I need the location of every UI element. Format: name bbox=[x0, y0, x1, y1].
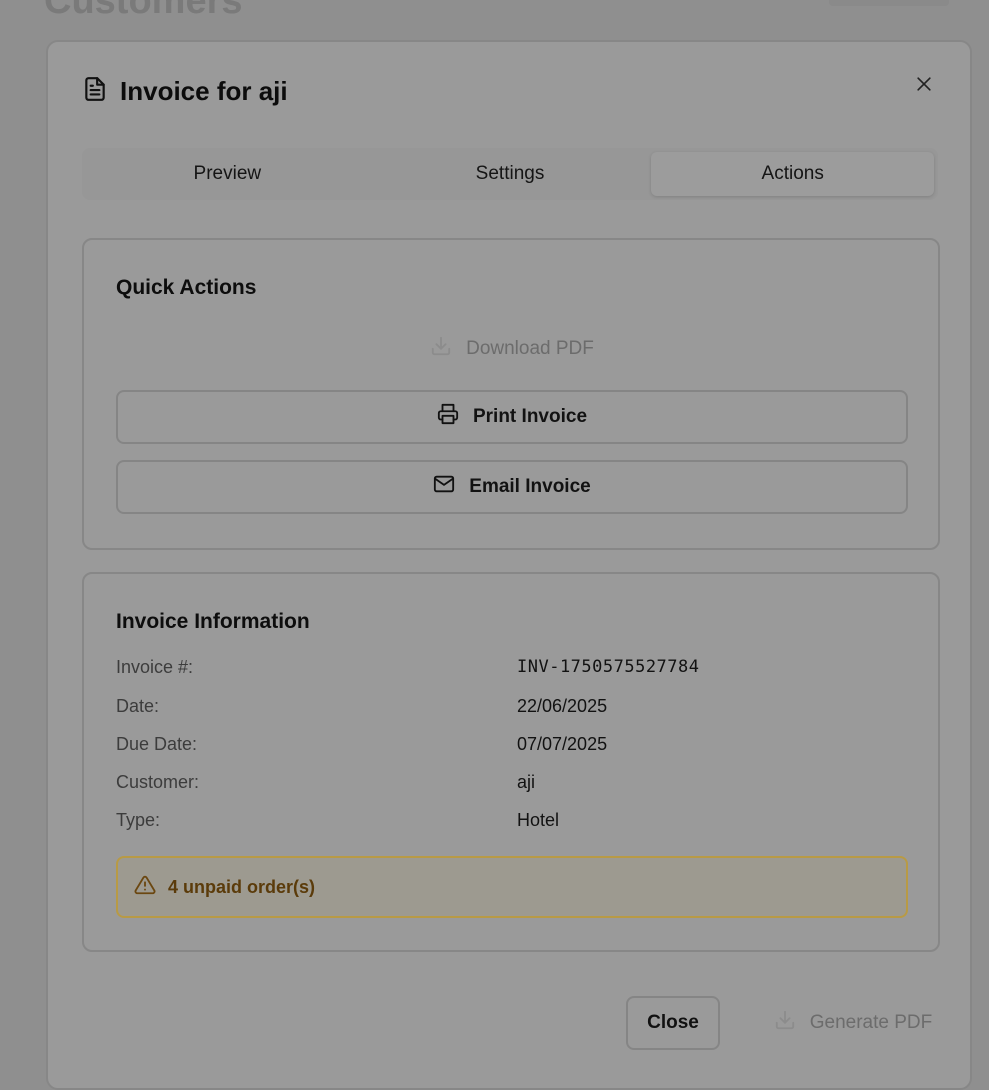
modal-title: Invoice for aji bbox=[120, 76, 288, 106]
info-row-type: Type: Hotel bbox=[116, 807, 908, 833]
info-row-invoice-number: Invoice #: INV-1750575527784 bbox=[116, 654, 908, 680]
info-value: 22/06/2025 bbox=[517, 695, 608, 716]
mail-icon bbox=[433, 473, 455, 501]
info-label: Type: bbox=[116, 809, 161, 830]
download-pdf-button[interactable]: Download PDF bbox=[116, 332, 908, 366]
tab-preview[interactable]: Preview bbox=[86, 152, 369, 196]
invoice-information-title: Invoice Information bbox=[116, 610, 310, 633]
download-pdf-label: Download PDF bbox=[466, 338, 594, 359]
quick-actions-title: Quick Actions bbox=[116, 276, 257, 299]
invoice-modal: Invoice for aji Preview Settings Actions… bbox=[46, 40, 972, 1090]
info-value: Hotel bbox=[517, 809, 560, 830]
tab-bar: Preview Settings Actions bbox=[82, 148, 938, 200]
generate-pdf-button[interactable]: Generate PDF bbox=[758, 996, 948, 1050]
email-invoice-button[interactable]: Email Invoice bbox=[116, 460, 908, 514]
info-row-customer: Customer: aji bbox=[116, 769, 908, 795]
quick-actions-card: Quick Actions Download PDF Print Invoice bbox=[82, 238, 940, 550]
info-value: 07/07/2025 bbox=[517, 733, 608, 754]
info-label: Due Date: bbox=[116, 733, 198, 754]
download-icon bbox=[774, 1009, 796, 1037]
page-header-action bbox=[829, 0, 949, 6]
info-value: INV-1750575527784 bbox=[517, 657, 700, 677]
printer-icon bbox=[437, 403, 459, 431]
tab-settings[interactable]: Settings bbox=[369, 152, 652, 196]
invoice-information-card: Invoice Information Invoice #: INV-17505… bbox=[82, 572, 940, 952]
unpaid-orders-alert: 4 unpaid order(s) bbox=[116, 856, 908, 918]
close-button[interactable]: Close bbox=[626, 996, 720, 1050]
tab-actions[interactable]: Actions bbox=[651, 152, 935, 196]
info-label: Customer: bbox=[116, 771, 200, 792]
info-label: Invoice #: bbox=[116, 656, 194, 677]
alert-text: 4 unpaid order(s) bbox=[168, 876, 316, 897]
info-value: aji bbox=[517, 771, 536, 792]
modal-header: Invoice for aji bbox=[82, 76, 288, 107]
file-text-icon bbox=[82, 76, 108, 107]
download-icon bbox=[430, 335, 452, 363]
close-icon[interactable] bbox=[912, 72, 936, 96]
warning-icon bbox=[134, 874, 156, 901]
generate-pdf-label: Generate PDF bbox=[809, 1012, 933, 1033]
page-title: Customers bbox=[44, 0, 243, 22]
print-invoice-button[interactable]: Print Invoice bbox=[116, 390, 908, 444]
print-invoice-label: Print Invoice bbox=[472, 406, 588, 427]
info-row-due-date: Due Date: 07/07/2025 bbox=[116, 731, 908, 757]
info-row-date: Date: 22/06/2025 bbox=[116, 693, 908, 719]
email-invoice-label: Email Invoice bbox=[469, 476, 591, 497]
info-label: Date: bbox=[116, 695, 160, 716]
